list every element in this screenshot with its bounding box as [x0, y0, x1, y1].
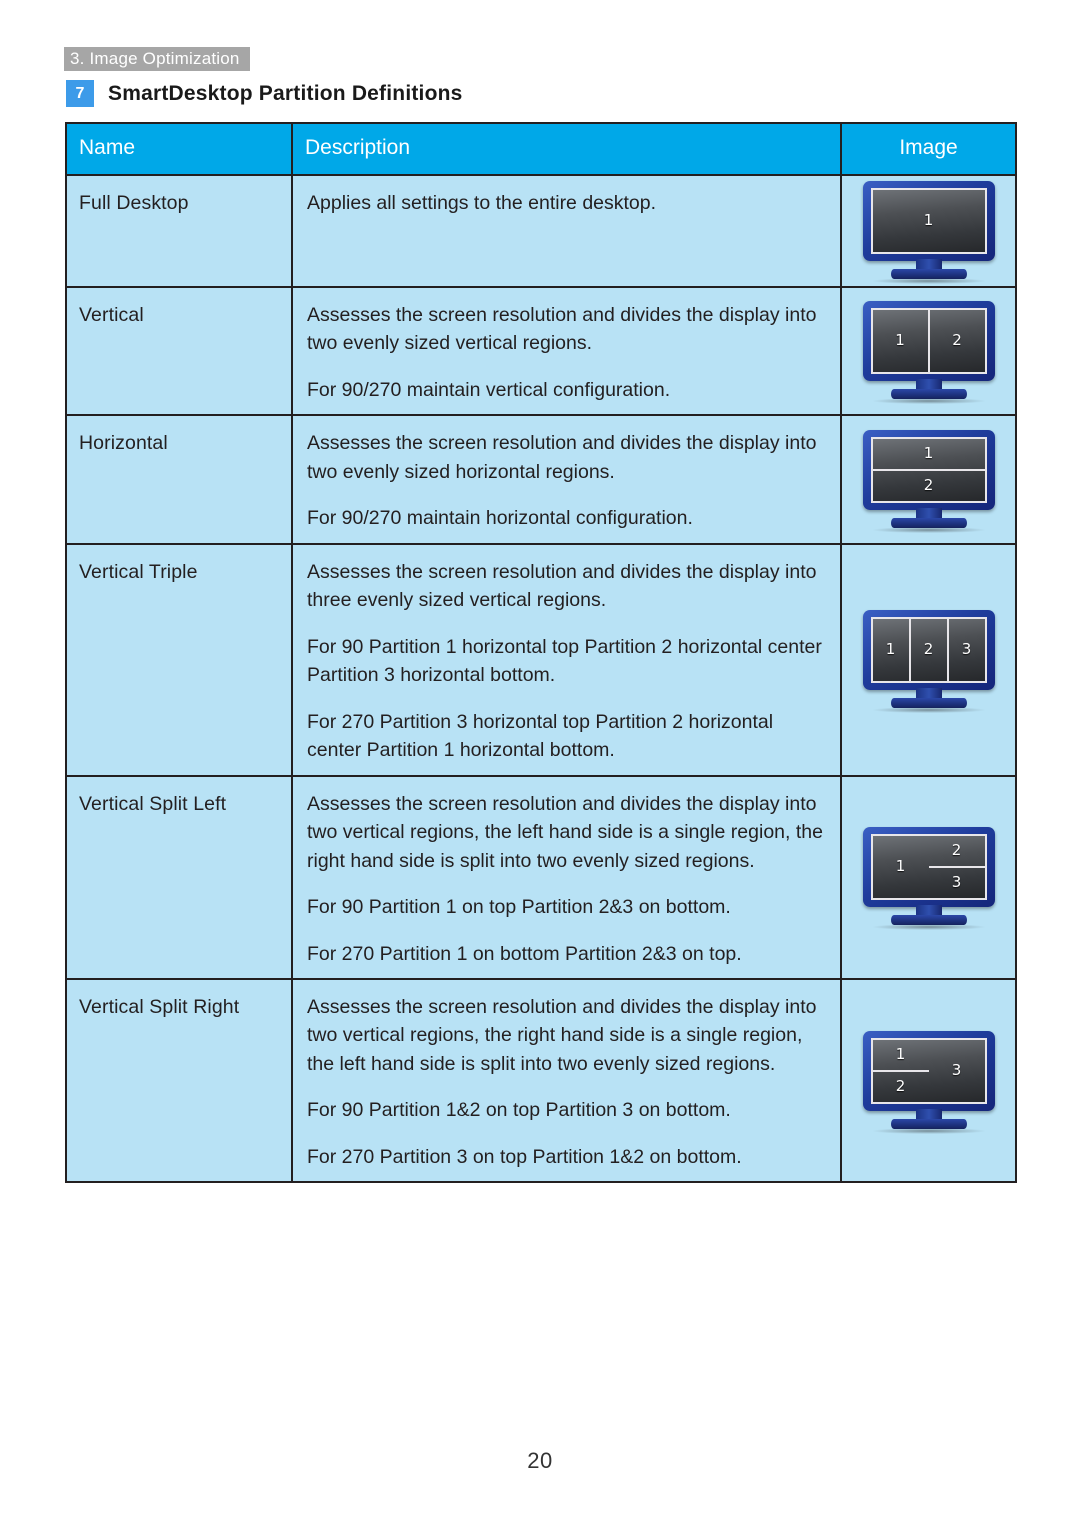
- monitor-partition-2: 2: [908, 618, 947, 681]
- monitor-shadow: [872, 706, 985, 713]
- monitor-illustration: 123: [842, 605, 1015, 715]
- table-row: Full Desktop Applies all settings to the …: [65, 174, 1017, 288]
- table-row: Vertical Triple Assesses the screen resol…: [65, 542, 1017, 777]
- partition-description: Applies all settings to the entire deskt…: [291, 174, 842, 288]
- monitor-screen: 12: [870, 436, 987, 503]
- partition-name: Vertical Split Right: [65, 977, 293, 1184]
- monitor-partition-1: 1: [923, 211, 934, 230]
- monitor-bezel: 1: [862, 181, 995, 261]
- monitor-bezel: 123: [862, 609, 995, 690]
- description-paragraph: For 90/270 maintain horizontal configura…: [307, 507, 693, 530]
- monitor-icon: 123: [861, 825, 997, 931]
- description-paragraph: Assesses the screen resolution and divid…: [307, 304, 817, 355]
- monitor-partition-3: 3: [928, 866, 985, 898]
- partition-image-cell: 123: [840, 542, 1017, 777]
- partition-description: Assesses the screen resolution and divid…: [291, 774, 842, 980]
- monitor-icon: 1: [861, 179, 997, 284]
- description-paragraph: Applies all settings to the entire deskt…: [307, 192, 657, 214]
- monitor-bezel: 123: [862, 827, 995, 908]
- description-paragraph: Assesses the screen resolution and divid…: [307, 560, 817, 612]
- monitor-partition-1: 1: [923, 443, 934, 462]
- monitor-illustration: 123: [842, 822, 1015, 932]
- running-head: 3. Image Optimization: [64, 47, 250, 71]
- monitor-partition-1: 1: [885, 639, 896, 658]
- monitor-icon: 12: [861, 299, 997, 405]
- monitor-bezel: 12: [862, 301, 995, 382]
- monitor-bezel: 12: [862, 429, 995, 510]
- partition-image-cell: 123: [840, 774, 1017, 980]
- partition-description: Assesses the screen resolution and divid…: [291, 285, 842, 417]
- monitor-partition-column: 12: [872, 1040, 929, 1102]
- partition-definitions-table: Name Description Image Full Desktop Appli…: [65, 122, 1017, 1184]
- monitor-partition-2: 2: [872, 1069, 929, 1102]
- monitor-shadow: [872, 398, 985, 405]
- description-paragraph: For 90 Partition 1&2 on top Partition 3 …: [307, 1099, 731, 1122]
- partition-image-cell: 12: [840, 285, 1017, 417]
- column-header-name: Name: [65, 122, 293, 176]
- page-title: SmartDesktop Partition Definitions: [108, 81, 463, 105]
- partition-name: Vertical Split Left: [65, 774, 293, 980]
- column-header-description: Description: [291, 122, 842, 176]
- partition-description: Assesses the screen resolution and divid…: [291, 977, 842, 1184]
- monitor-shadow: [872, 1127, 985, 1134]
- table-row: Vertical Split Right Assesses the screen …: [65, 977, 1017, 1184]
- partition-name: Horizontal: [65, 414, 293, 545]
- monitor-icon: 12: [861, 428, 997, 533]
- column-header-image: Image: [840, 122, 1017, 176]
- monitor-partition-3: 3: [946, 618, 985, 681]
- table-row: Horizontal Assesses the screen resolution…: [65, 414, 1017, 545]
- monitor-screen: 123: [870, 616, 987, 683]
- monitor-illustration: 1: [842, 176, 1015, 286]
- section-heading: 7 SmartDesktop Partition Definitions: [66, 80, 463, 107]
- monitor-partition-2: 2: [872, 468, 985, 501]
- monitor-shadow: [872, 278, 985, 284]
- description-paragraph: For 90/270 maintain vertical configurati…: [307, 378, 671, 401]
- description-paragraph: Assesses the screen resolution and divid…: [307, 792, 823, 872]
- monitor-screen: 123: [870, 1037, 987, 1104]
- monitor-partition-2: 2: [927, 310, 985, 373]
- monitor-partition-3: 3: [951, 1060, 962, 1079]
- table-row: Vertical Assesses the screen resolution a…: [65, 285, 1017, 417]
- table-header-row: Name Description Image: [65, 122, 1017, 176]
- monitor-illustration: 12: [842, 296, 1015, 406]
- monitor-shadow: [872, 526, 985, 533]
- monitor-screen: 12: [870, 308, 987, 375]
- monitor-illustration: 123: [842, 1026, 1015, 1136]
- monitor-partition-1: 1: [895, 331, 905, 350]
- table-row: Vertical Split Left Assesses the screen r…: [65, 774, 1017, 980]
- description-paragraph: For 90 Partition 1 horizontal top Partit…: [307, 635, 822, 687]
- section-number-badge: 7: [66, 80, 94, 107]
- monitor-screen: 1: [870, 188, 987, 254]
- monitor-partition-1: 1: [895, 857, 906, 876]
- page-number: 20: [527, 1448, 553, 1473]
- monitor-illustration: 12: [842, 425, 1015, 535]
- partition-description: Assesses the screen resolution and divid…: [291, 414, 842, 545]
- description-paragraph: For 270 Partition 3 on top Partition 1&2…: [307, 1145, 742, 1168]
- monitor-screen: 123: [870, 834, 987, 901]
- partition-image-cell: 123: [840, 977, 1017, 1184]
- monitor-partition-2: 2: [951, 841, 962, 860]
- partition-name: Vertical Triple: [65, 542, 293, 777]
- description-paragraph: Assesses the screen resolution and divid…: [307, 995, 817, 1075]
- monitor-partition-column: 23: [928, 836, 985, 898]
- monitor-bezel: 123: [862, 1030, 995, 1111]
- partition-image-cell: 1: [840, 174, 1017, 288]
- monitor-icon: 123: [861, 608, 997, 713]
- description-paragraph: For 270 Partition 1 on bottom Partition …: [307, 942, 742, 965]
- description-paragraph: For 90 Partition 1 on top Partition 2&3 …: [307, 896, 731, 919]
- partition-description: Assesses the screen resolution and divid…: [291, 542, 842, 777]
- description-paragraph: Assesses the screen resolution and divid…: [307, 432, 817, 483]
- description-paragraph: For 270 Partition 3 horizontal top Parti…: [307, 710, 774, 762]
- partition-name: Full Desktop: [65, 174, 293, 288]
- partition-name: Vertical: [65, 285, 293, 417]
- monitor-icon: 123: [861, 1029, 997, 1134]
- partition-image-cell: 12: [840, 414, 1017, 545]
- monitor-shadow: [872, 924, 985, 931]
- monitor-partition-1: 1: [895, 1044, 906, 1063]
